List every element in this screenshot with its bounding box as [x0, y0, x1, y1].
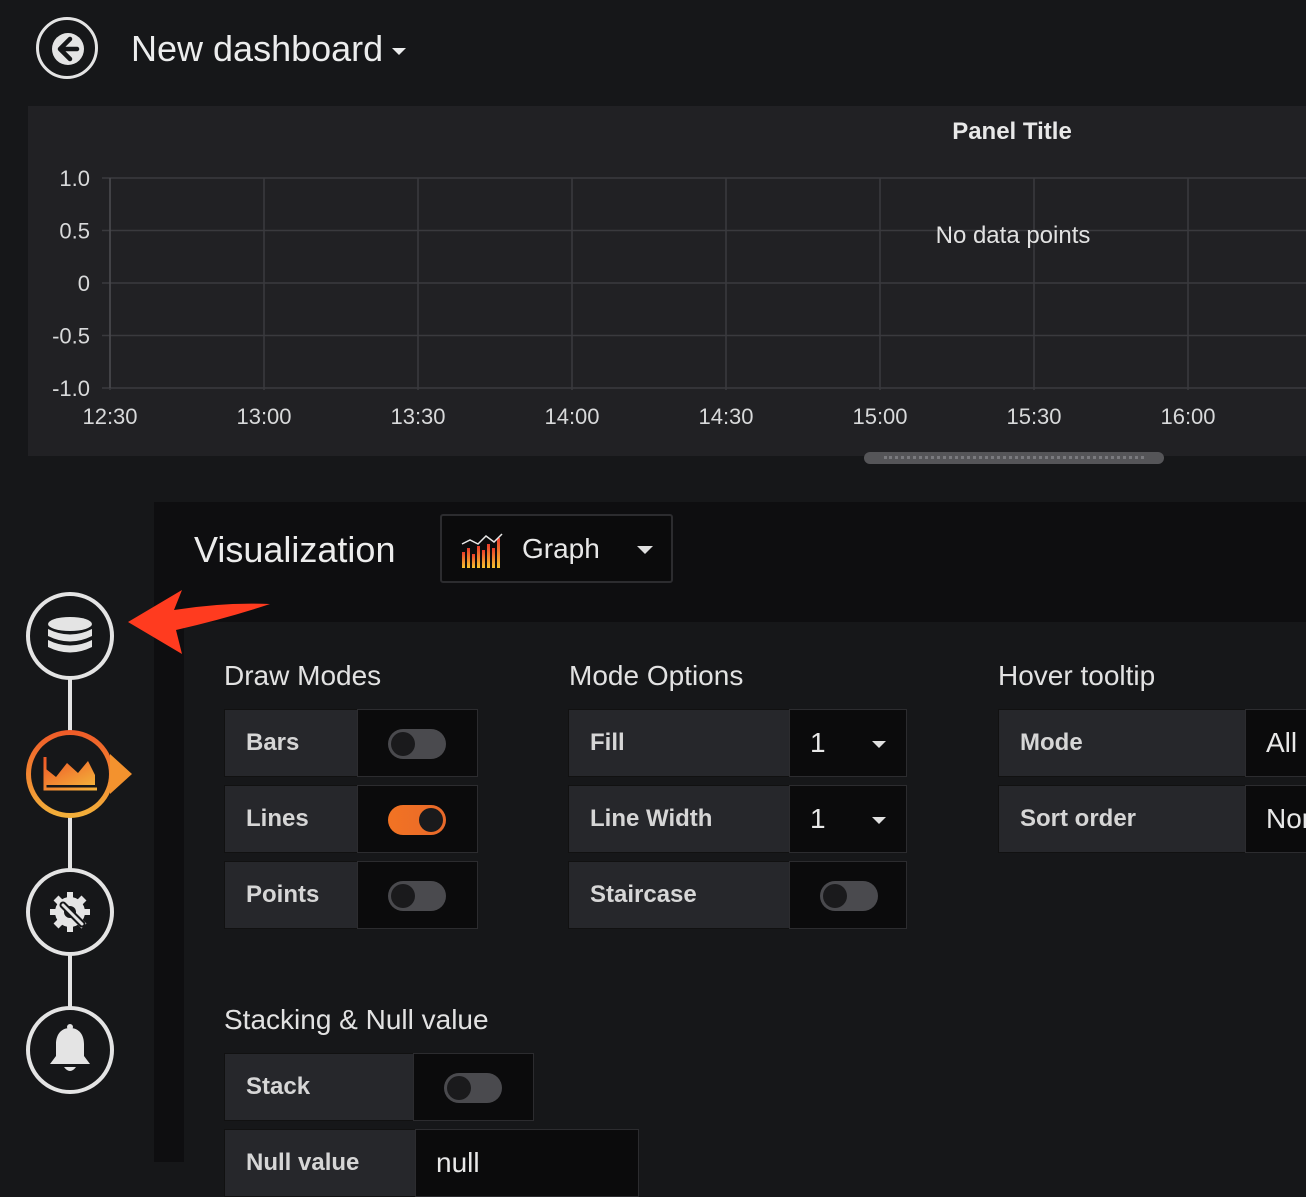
points-switch[interactable] — [357, 861, 478, 929]
bars-label: Bars — [224, 709, 358, 777]
fill-label: Fill — [568, 709, 790, 777]
x-tick-label: 14:30 — [698, 404, 753, 429]
visualization-label: Visualization — [194, 529, 396, 570]
chevron-down-icon[interactable] — [392, 48, 406, 55]
fill-select[interactable]: 1 — [789, 709, 907, 777]
points-label: Points — [224, 861, 358, 929]
no-data-message: No data points — [935, 222, 1091, 249]
y-tick-label: 0.5 — [59, 219, 90, 244]
panel-title[interactable]: Panel Title — [900, 118, 1124, 146]
x-tick-label: 13:30 — [390, 404, 445, 429]
sort-order-label: Sort order — [998, 785, 1246, 853]
toggle-knob — [391, 884, 415, 908]
sort-order-select[interactable]: Nor — [1245, 785, 1306, 853]
tooltip-mode-value: All — [1266, 727, 1298, 758]
area-chart-icon — [43, 757, 97, 791]
line-width-select[interactable]: 1 — [789, 785, 907, 853]
y-tick-label: 0 — [78, 271, 90, 296]
x-tick-label: 14:00 — [544, 404, 599, 429]
y-tick-label: -1.0 — [52, 376, 90, 401]
points-toggle[interactable] — [388, 881, 446, 911]
staircase-label: Staircase — [568, 861, 790, 929]
lines-switch[interactable] — [357, 785, 478, 853]
fill-value: 1 — [810, 727, 826, 758]
draw-modes-title: Draw Modes — [224, 660, 382, 691]
sort-order-value: Nor — [1266, 803, 1306, 834]
wrench-gear-icon — [50, 892, 90, 932]
staircase-toggle[interactable] — [820, 881, 878, 911]
database-icon — [48, 617, 92, 653]
chart-plot: 1.0 0.5 0 -0.5 -1.0 12:30 13:00 13:30 14:00 14:30… — [52, 166, 1306, 429]
x-tick-label: 15:30 — [1006, 404, 1061, 429]
null-value-label: Null value — [224, 1129, 416, 1197]
graph-panel: 1.0 0.5 0 -0.5 -1.0 12:30 13:00 13:30 14:00 14:30… — [28, 106, 1306, 456]
bell-icon — [50, 1024, 90, 1071]
queries-step[interactable] — [26, 592, 114, 680]
active-step-pointer — [110, 754, 132, 794]
x-tick-label: 13:00 — [236, 404, 291, 429]
scrollbar-grip[interactable] — [884, 456, 1144, 459]
alert-step[interactable] — [26, 1006, 114, 1094]
y-tick-label: -0.5 — [52, 324, 90, 349]
tooltip-mode-select[interactable]: All — [1245, 709, 1306, 777]
caret-down-icon — [872, 817, 886, 824]
visualization-step[interactable] — [26, 730, 114, 818]
tooltip-mode-label: Mode — [998, 709, 1246, 777]
line-width-label: Line Width — [568, 785, 790, 853]
x-tick-label: 15:00 — [852, 404, 907, 429]
lines-toggle[interactable] — [388, 805, 446, 835]
general-settings-step[interactable] — [26, 868, 114, 956]
hover-tooltip-title: Hover tooltip — [998, 660, 1156, 691]
toggle-knob — [447, 1076, 471, 1100]
stack-label: Stack — [224, 1053, 414, 1121]
x-tick-label: 12:30 — [82, 404, 137, 429]
stacking-title: Stacking & Null value — [224, 1004, 489, 1035]
back-button[interactable] — [36, 17, 98, 79]
x-tick-label: 16:00 — [1160, 404, 1215, 429]
visualization-select-value: Graph — [522, 533, 600, 564]
bars-toggle[interactable] — [388, 729, 446, 759]
staircase-switch[interactable] — [789, 861, 907, 929]
dashboard-title[interactable]: New dashboard — [131, 26, 383, 72]
caret-down-icon — [637, 546, 653, 554]
toggle-knob — [419, 808, 443, 832]
bars-switch[interactable] — [357, 709, 478, 777]
null-value-select[interactable]: null — [415, 1129, 639, 1197]
graph-viz-icon — [461, 533, 503, 568]
y-tick-label: 1.0 — [59, 166, 90, 191]
panel-scrollbar[interactable] — [864, 452, 1164, 464]
line-width-value: 1 — [810, 803, 826, 834]
stack-toggle[interactable] — [444, 1073, 502, 1103]
lines-label: Lines — [224, 785, 358, 853]
null-value-value: null — [436, 1147, 480, 1178]
toggle-knob — [391, 732, 415, 756]
visualization-select[interactable]: Graph — [440, 514, 673, 583]
caret-down-icon — [872, 741, 886, 748]
arrow-left-icon — [52, 33, 84, 65]
mode-options-title: Mode Options — [569, 660, 744, 691]
visualization-step-inner — [31, 735, 109, 813]
stack-switch[interactable] — [413, 1053, 534, 1121]
toggle-knob — [823, 884, 847, 908]
pointer-arrow-icon — [128, 590, 270, 654]
